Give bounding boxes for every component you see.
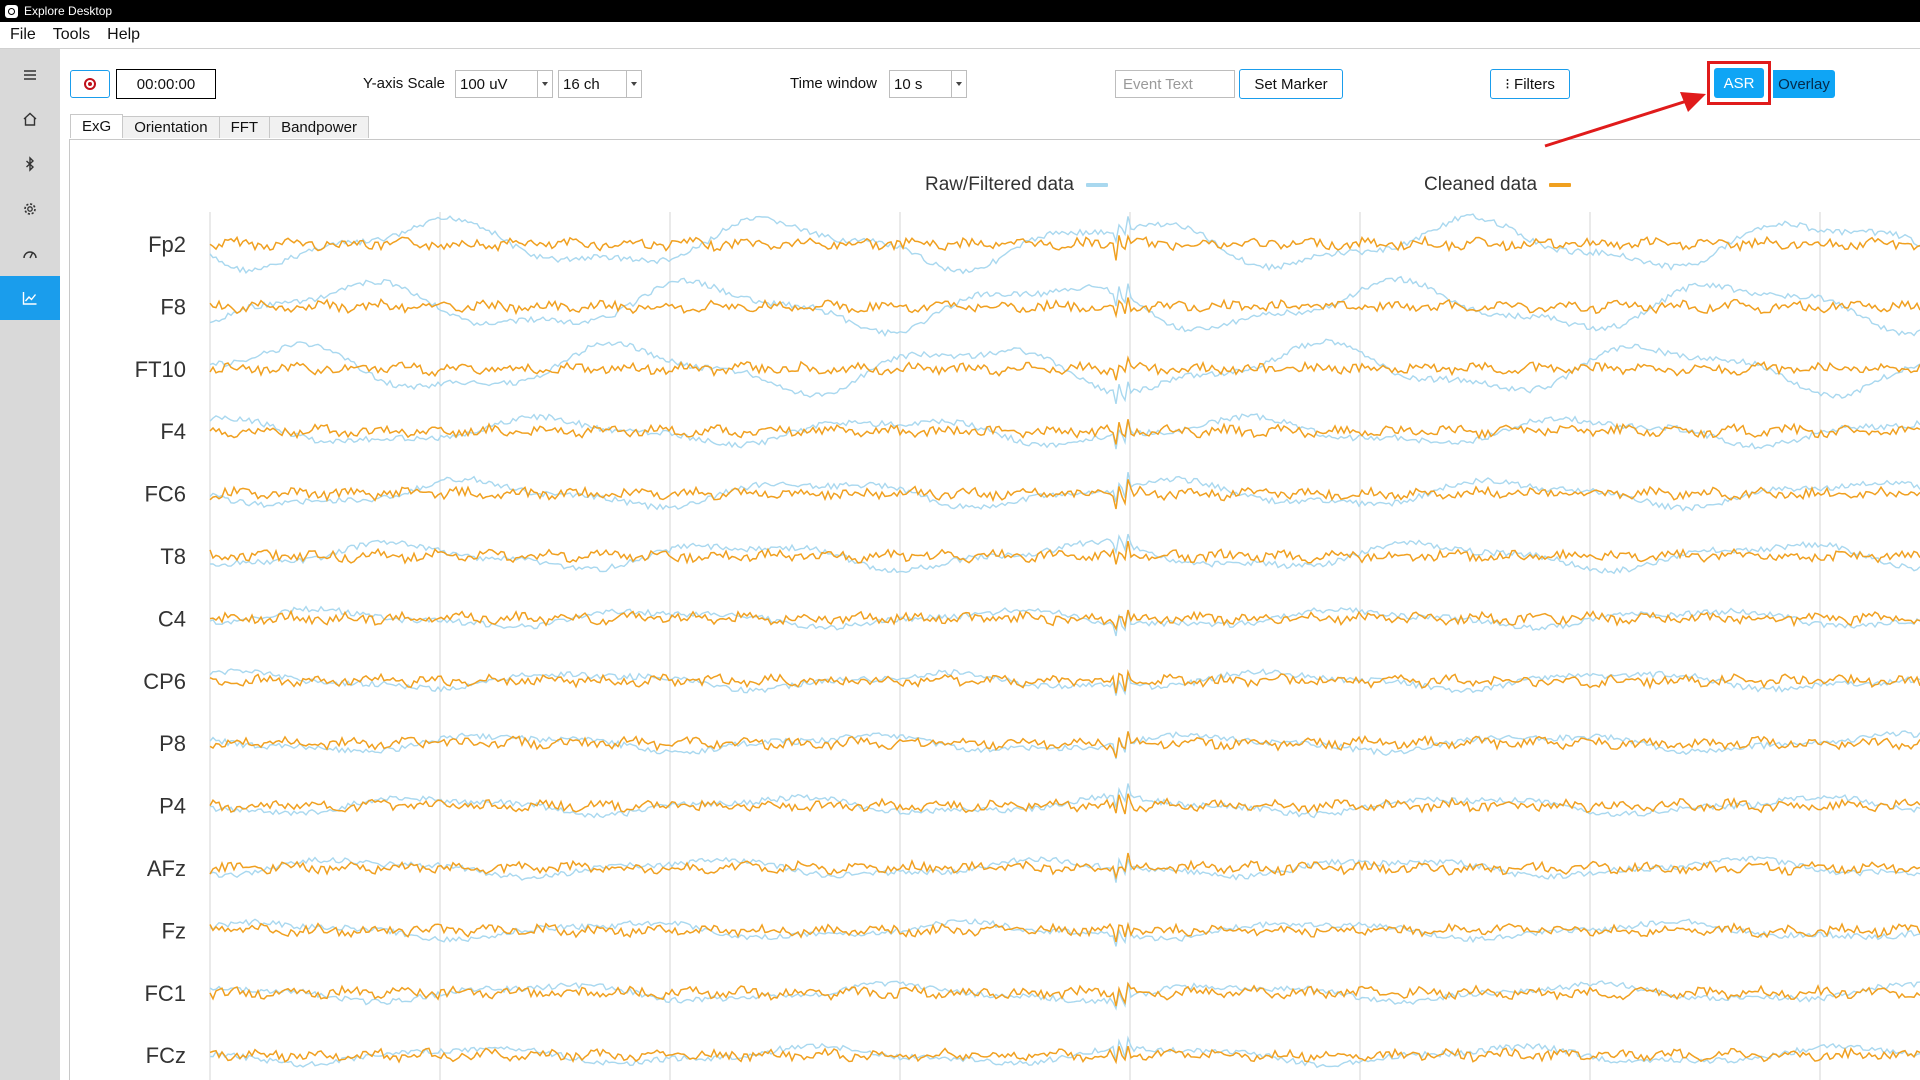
channel-label: P4 (159, 794, 186, 819)
cleaned-signal-trace (209, 609, 1920, 631)
raw-signal-trace (209, 918, 1920, 947)
cleaned-signal-trace (209, 355, 1920, 381)
channel-label: CP6 (143, 669, 186, 694)
cleaned-signal-trace (209, 852, 1920, 880)
channel-label: FCz (146, 1043, 186, 1068)
raw-signal-trace (209, 855, 1920, 883)
cleaned-signal-trace (209, 921, 1920, 943)
channel-label: FC1 (144, 981, 186, 1006)
channel-label: C4 (158, 606, 186, 631)
cleaned-signal-trace (209, 793, 1920, 815)
channel-label: AFz (147, 856, 186, 881)
raw-signal-trace (209, 783, 1920, 819)
channel-label: FT10 (135, 357, 186, 382)
channel-label: Fz (162, 918, 186, 943)
channel-label: Fp2 (148, 232, 186, 257)
channel-label: F8 (160, 294, 186, 319)
raw-signal-trace (209, 730, 1920, 760)
cleaned-signal-trace (209, 234, 1920, 261)
channel-label: P8 (159, 731, 186, 756)
raw-signal-trace (209, 668, 1920, 696)
channel-label: FC6 (144, 482, 186, 507)
exg-plot: Fp2 F8 FT10 F4 FC6 T8 C4 CP6 P8 P4 AFz Fz FC1 FCz (135, 212, 1920, 1080)
cleaned-signal-trace (209, 419, 1920, 445)
channel-label: T8 (160, 544, 186, 569)
channel-label: F4 (160, 419, 186, 444)
raw-signal-trace (209, 980, 1920, 1011)
